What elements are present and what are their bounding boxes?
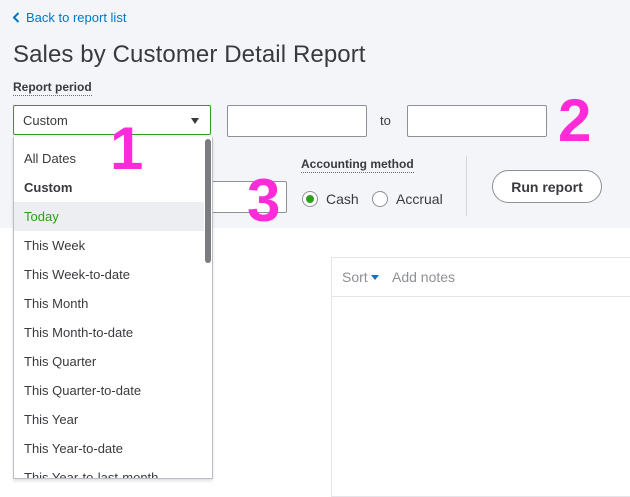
report-panel: Sort Add notes bbox=[331, 257, 630, 497]
to-label: to bbox=[380, 113, 391, 128]
dropdown-option[interactable]: This Quarter-to-date bbox=[14, 376, 204, 405]
add-notes-link[interactable]: Add notes bbox=[392, 269, 455, 285]
annotation-number-3: 3 bbox=[247, 167, 281, 234]
caret-down-icon bbox=[191, 118, 199, 124]
dropdown-option[interactable]: This Quarter bbox=[14, 347, 204, 376]
run-report-button[interactable]: Run report bbox=[492, 170, 602, 203]
back-link-label: Back to report list bbox=[26, 9, 127, 25]
accrual-radio-option[interactable]: Accrual bbox=[372, 189, 443, 209]
cash-radio-option[interactable]: Cash bbox=[302, 189, 359, 209]
caret-down-icon bbox=[370, 274, 379, 280]
report-toolbar: Sort Add notes bbox=[332, 258, 630, 297]
cash-radio[interactable] bbox=[302, 191, 318, 207]
report-period-dropdown-list[interactable]: All Dates Custom Today This Week This We… bbox=[13, 137, 213, 479]
back-to-report-list-link[interactable]: Back to report list bbox=[12, 9, 126, 25]
sort-dropdown[interactable]: Sort bbox=[342, 269, 379, 285]
accrual-radio-label: Accrual bbox=[396, 191, 443, 207]
dropdown-option[interactable]: This Week bbox=[14, 231, 204, 260]
to-date-input[interactable] bbox=[407, 105, 547, 137]
annotation-number-1: 1 bbox=[110, 115, 144, 182]
sort-label: Sort bbox=[342, 269, 368, 285]
accrual-radio[interactable] bbox=[372, 191, 388, 207]
chevron-left-icon bbox=[12, 11, 20, 23]
dropdown-option[interactable]: This Week-to-date bbox=[14, 260, 204, 289]
dropdown-scrollbar[interactable] bbox=[205, 139, 211, 263]
divider bbox=[466, 156, 467, 216]
page-title: Sales by Customer Detail Report bbox=[13, 41, 366, 68]
report-period-label: Report period bbox=[13, 80, 92, 96]
report-period-value: Custom bbox=[23, 112, 68, 128]
dropdown-option[interactable]: This Year-to-date bbox=[14, 434, 204, 463]
accounting-method-label: Accounting method bbox=[301, 157, 414, 173]
dropdown-option[interactable]: All Dates bbox=[14, 144, 204, 173]
from-date-input[interactable] bbox=[227, 105, 367, 137]
dropdown-option[interactable]: This Year bbox=[14, 405, 204, 434]
dropdown-option[interactable]: Custom bbox=[14, 173, 204, 202]
cash-radio-label: Cash bbox=[326, 191, 359, 207]
dropdown-option[interactable]: This Month bbox=[14, 289, 204, 318]
dropdown-option[interactable]: This Month-to-date bbox=[14, 318, 204, 347]
dropdown-option[interactable]: Today bbox=[14, 202, 204, 231]
dropdown-option[interactable]: This Year-to-last-month bbox=[14, 463, 204, 478]
annotation-number-2: 2 bbox=[558, 87, 592, 154]
